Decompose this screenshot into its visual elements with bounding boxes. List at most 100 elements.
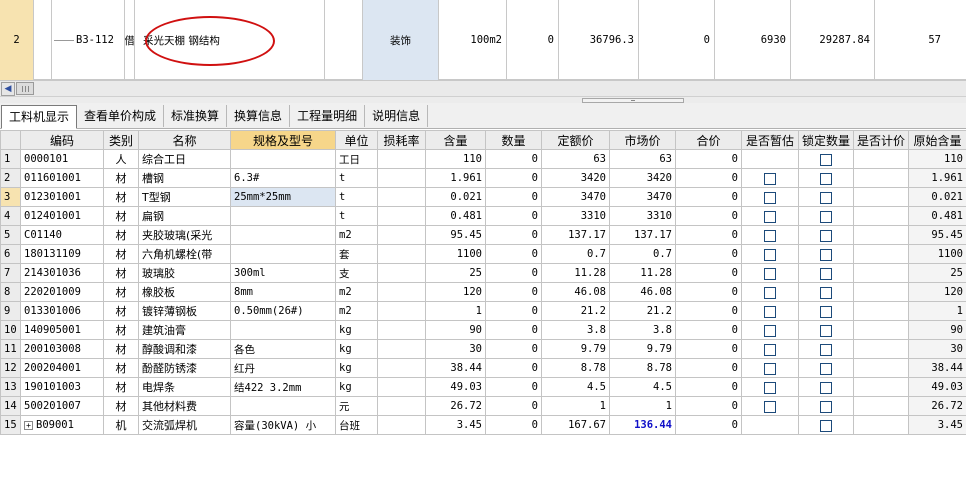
scroll-left-arrow-icon[interactable]: ◀ (1, 81, 15, 96)
column-header[interactable]: 锁定数量 (798, 130, 854, 150)
material-market-price[interactable]: 11.28 (609, 263, 676, 283)
material-total-price[interactable]: 0 (675, 339, 742, 359)
material-base-price[interactable]: 8.78 (541, 358, 610, 378)
material-spec[interactable]: 红丹 (230, 358, 336, 378)
tab-price-composition[interactable]: 查看单价构成 (77, 104, 165, 127)
material-base-price[interactable]: 167.67 (541, 415, 610, 435)
table-row[interactable]: 7 214301036 材玻璃胶 300ml 支 25 0 11.28 11.28 0 25 (0, 263, 966, 283)
estimate-checkbox-cell[interactable] (741, 149, 799, 169)
lock-quantity-checkbox[interactable] (820, 381, 832, 394)
material-name[interactable]: 扁钢 (138, 206, 231, 226)
material-category[interactable]: 材 (103, 358, 139, 378)
lock-quantity-checkbox[interactable] (820, 229, 832, 242)
material-base-price[interactable]: 137.17 (541, 225, 610, 245)
material-original-content[interactable]: 1100 (908, 244, 966, 264)
material-original-content[interactable]: 38.44 (908, 358, 966, 378)
material-total-price[interactable]: 0 (675, 168, 742, 188)
quota-major[interactable]: 装饰 (363, 0, 439, 80)
material-category[interactable]: 材 (103, 396, 139, 416)
quota-unit[interactable]: 100m2 (439, 0, 507, 80)
material-name[interactable]: 其他材料费 (138, 396, 231, 416)
material-name[interactable]: 酚醛防锈漆 (138, 358, 231, 378)
material-content[interactable]: 3.45 (425, 415, 486, 435)
material-category[interactable]: 材 (103, 187, 139, 207)
material-original-content[interactable]: 90 (908, 320, 966, 340)
material-content[interactable]: 120 (425, 282, 486, 302)
material-category[interactable]: 材 (103, 377, 139, 397)
material-loss-rate[interactable] (377, 168, 426, 188)
material-unit[interactable]: m2 (335, 301, 378, 321)
row-number[interactable]: 9 (0, 301, 21, 321)
material-code[interactable]: 011601001 (20, 168, 104, 188)
quota-price-1[interactable]: 36796.3 (559, 0, 639, 80)
material-content[interactable]: 95.45 (425, 225, 486, 245)
table-row[interactable]: 1 0000101 人综合工日 工日 110 0 63 63 0 110 (0, 149, 966, 169)
material-total-price[interactable]: 0 (675, 282, 742, 302)
material-spec[interactable]: 结422 3.2mm (230, 377, 336, 397)
material-category[interactable]: 材 (103, 301, 139, 321)
material-category[interactable]: 材 (103, 168, 139, 188)
material-category[interactable]: 材 (103, 282, 139, 302)
material-market-price[interactable]: 46.08 (609, 282, 676, 302)
quota-price-5[interactable]: 57 (875, 0, 945, 80)
material-base-price[interactable]: 46.08 (541, 282, 610, 302)
material-market-price[interactable]: 3470 (609, 187, 676, 207)
material-market-price[interactable]: 8.78 (609, 358, 676, 378)
estimate-checkbox-cell[interactable] (741, 168, 799, 188)
material-quantity[interactable]: 0 (485, 187, 542, 207)
material-spec[interactable] (230, 149, 336, 169)
priced-flag-cell[interactable] (853, 339, 909, 359)
material-unit[interactable]: kg (335, 358, 378, 378)
material-market-price[interactable]: 3.8 (609, 320, 676, 340)
tab-standard-conversion[interactable]: 标准换算 (164, 104, 228, 127)
material-name[interactable]: 电焊条 (138, 377, 231, 397)
lock-quantity-checkbox-cell[interactable] (798, 396, 854, 416)
material-quantity[interactable]: 0 (485, 358, 542, 378)
material-quantity[interactable]: 0 (485, 396, 542, 416)
estimate-checkbox[interactable] (764, 305, 776, 318)
material-base-price[interactable]: 63 (541, 149, 610, 169)
material-unit[interactable]: 支 (335, 263, 378, 283)
quota-code-cell[interactable]: B3-112 (52, 0, 125, 80)
row-number[interactable]: 3 (0, 187, 21, 207)
row-number[interactable]: 11 (0, 339, 21, 359)
material-quantity[interactable]: 0 (485, 339, 542, 359)
table-row[interactable]: 11 200103008 材醇酸调和漆 各色 kg 30 0 9.79 9.79 0 30 (0, 339, 966, 359)
material-market-price[interactable]: 9.79 (609, 339, 676, 359)
priced-flag-cell[interactable] (853, 396, 909, 416)
row-number[interactable]: 7 (0, 263, 21, 283)
column-header[interactable]: 合价 (675, 130, 742, 150)
column-header[interactable]: 单位 (335, 130, 378, 150)
material-unit[interactable]: 工日 (335, 149, 378, 169)
lock-quantity-checkbox[interactable] (820, 191, 832, 204)
material-market-price[interactable]: 21.2 (609, 301, 676, 321)
material-content[interactable]: 25 (425, 263, 486, 283)
material-loss-rate[interactable] (377, 187, 426, 207)
material-original-content[interactable]: 25 (908, 263, 966, 283)
material-quantity[interactable]: 0 (485, 149, 542, 169)
estimate-checkbox-cell[interactable] (741, 263, 799, 283)
material-unit[interactable]: 台班 (335, 415, 378, 435)
row-number[interactable]: 12 (0, 358, 21, 378)
estimate-checkbox[interactable] (764, 248, 776, 261)
material-name[interactable]: T型钢 (138, 187, 231, 207)
material-loss-rate[interactable] (377, 396, 426, 416)
material-total-price[interactable]: 0 (675, 377, 742, 397)
lock-quantity-checkbox-cell[interactable] (798, 415, 854, 435)
column-header[interactable]: 是否计价 (853, 130, 909, 150)
material-market-price[interactable]: 137.17 (609, 225, 676, 245)
material-loss-rate[interactable] (377, 377, 426, 397)
estimate-checkbox[interactable] (764, 400, 776, 413)
material-base-price[interactable]: 1 (541, 396, 610, 416)
lock-quantity-checkbox[interactable] (820, 400, 832, 413)
lock-quantity-checkbox[interactable] (820, 343, 832, 356)
quota-row-number[interactable]: 2 (0, 0, 34, 80)
material-unit[interactable]: 元 (335, 396, 378, 416)
lock-quantity-checkbox[interactable] (820, 248, 832, 261)
material-unit[interactable]: kg (335, 377, 378, 397)
material-quantity[interactable]: 0 (485, 301, 542, 321)
row-number[interactable]: 6 (0, 244, 21, 264)
material-loss-rate[interactable] (377, 225, 426, 245)
lock-quantity-checkbox-cell[interactable] (798, 339, 854, 359)
material-code[interactable]: 200204001 (20, 358, 104, 378)
